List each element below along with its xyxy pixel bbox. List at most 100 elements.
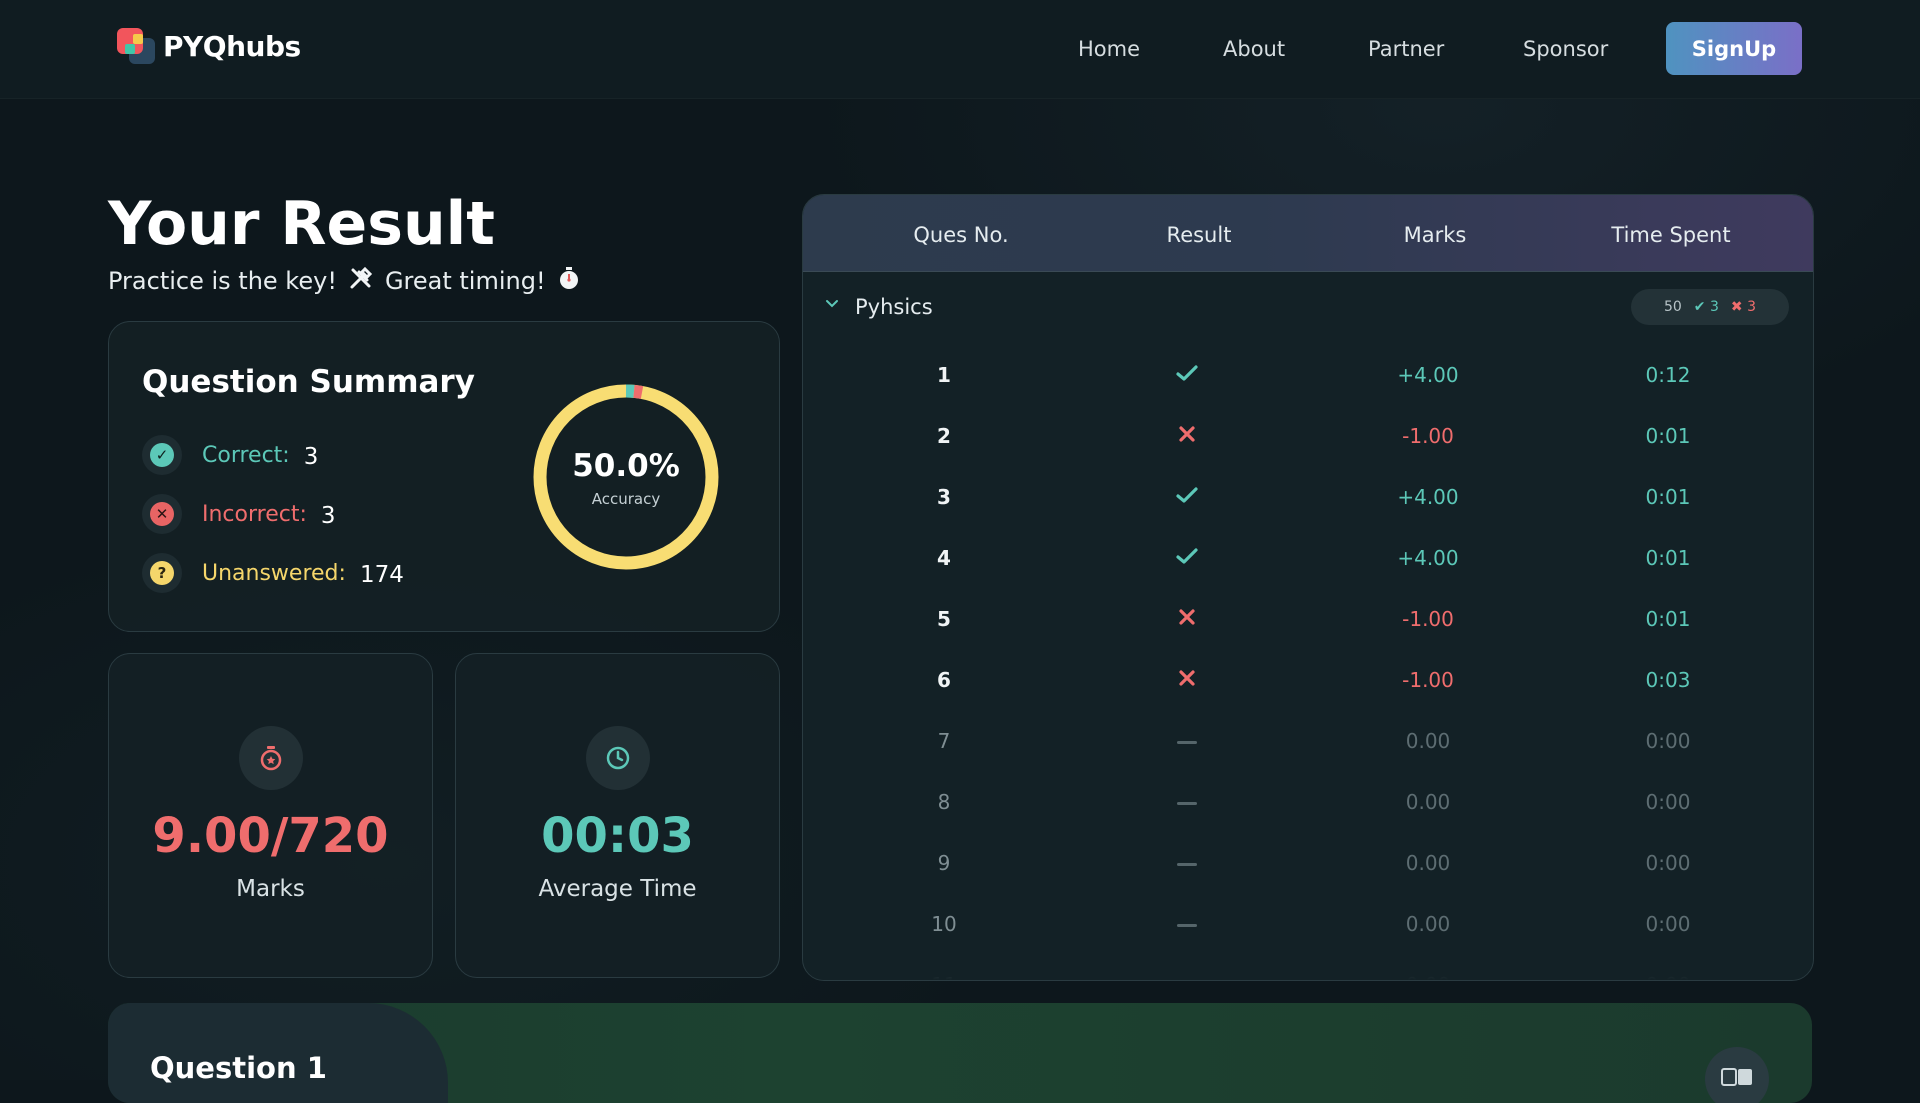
section-incorrect-count: 3: [1747, 299, 1757, 315]
summary-title: Question Summary: [142, 364, 475, 400]
marks-cell: 0.00: [1405, 912, 1451, 936]
translate-icon: [1721, 1067, 1753, 1091]
header-result: Result: [1166, 223, 1232, 247]
marks-caption: Marks: [236, 876, 305, 902]
x-icon: [1107, 668, 1267, 692]
hammer-wrench-icon: [347, 264, 375, 298]
question-number: 8: [937, 790, 951, 814]
dash-icon: [1107, 790, 1267, 814]
stopwatch-icon: [239, 726, 303, 790]
marks-cell: 0.00: [1405, 790, 1451, 814]
table-row[interactable]: 8 0.00 0:00: [803, 772, 1813, 832]
header-marks: Marks: [1403, 223, 1467, 247]
question-number: 5: [937, 607, 951, 631]
time-cell: 0:03: [1645, 668, 1691, 692]
nav-partner-link[interactable]: Partner: [1368, 37, 1444, 61]
subtitle-text-1: Practice is the key!: [108, 267, 337, 295]
marks-cell: -1.00: [1402, 424, 1454, 448]
translate-button[interactable]: [1705, 1047, 1769, 1103]
nav-about-link[interactable]: About: [1223, 37, 1285, 61]
nav-home-link[interactable]: Home: [1078, 37, 1140, 61]
check-icon: ✔: [1693, 299, 1706, 315]
table-row[interactable]: 4 +4.00 0:01: [803, 528, 1813, 588]
section-toggle-physics[interactable]: Pyhsics 50 ✔ 3 ✖ 3: [803, 271, 1813, 343]
question-number: 1: [937, 363, 951, 387]
x-icon: [1107, 607, 1267, 631]
table-row[interactable]: 1 +4.00 0:12: [803, 345, 1813, 405]
table-fade: [803, 940, 1813, 980]
section-incorrect-badge: ✖ 3: [1731, 299, 1756, 315]
check-icon: [1107, 546, 1267, 571]
question-number: 2: [937, 424, 951, 448]
question-panel: Question 1: [108, 1003, 1812, 1103]
marks-cell: +4.00: [1397, 546, 1459, 570]
table-row[interactable]: 2 -1.00 0:01: [803, 406, 1813, 466]
question-number: 9: [937, 851, 951, 875]
correct-stat: ✓ Correct: 3: [142, 435, 318, 475]
table-header: Ques No. Result Marks Time Spent: [803, 195, 1813, 272]
time-cell: 0:01: [1645, 485, 1691, 509]
signup-button[interactable]: SignUp: [1666, 22, 1802, 75]
time-cell: 0:01: [1645, 546, 1691, 570]
page-title: Your Result: [108, 189, 495, 259]
logo-icon: [117, 26, 157, 66]
unanswered-value: 174: [359, 562, 404, 588]
time-cell: 0:00: [1645, 851, 1691, 875]
table-row[interactable]: 9 0.00 0:00: [803, 833, 1813, 893]
dash-icon: [1107, 729, 1267, 753]
header-time-spent: Time Spent: [1611, 223, 1731, 247]
table-row[interactable]: 6 -1.00 0:03: [803, 650, 1813, 710]
accuracy-label: Accuracy: [591, 490, 661, 508]
section-correct-count: 3: [1709, 299, 1719, 315]
section-name: Pyhsics: [855, 295, 933, 319]
x-icon: ✖: [1730, 299, 1743, 315]
correct-label: Correct:: [202, 442, 290, 468]
marks-cell: 0.00: [1405, 851, 1451, 875]
question-number: 7: [937, 729, 951, 753]
check-icon: [1107, 363, 1267, 388]
question-number: 6: [937, 668, 951, 692]
average-time-caption: Average Time: [538, 876, 697, 902]
marks-cell: +4.00: [1397, 485, 1459, 509]
table-row[interactable]: 7 0.00 0:00: [803, 711, 1813, 771]
section-total: 50: [1663, 299, 1682, 315]
navbar: PYQhubs Home About Partner Sponsor SignU…: [0, 0, 1920, 99]
average-time-value: 00:03: [541, 808, 694, 864]
brand-name: PYQhubs: [163, 29, 301, 63]
unanswered-label: Unanswered:: [202, 560, 346, 586]
x-icon: [1107, 424, 1267, 448]
section-correct-badge: ✔ 3: [1694, 299, 1719, 315]
correct-value: 3: [303, 444, 319, 470]
table-row[interactable]: 5 -1.00 0:01: [803, 589, 1813, 649]
page-subtitle: Practice is the key! Great timing!: [108, 264, 582, 298]
check-circle-icon: ✓: [142, 435, 182, 475]
table-row[interactable]: 3 +4.00 0:01: [803, 467, 1813, 527]
time-cell: 0:00: [1645, 790, 1691, 814]
question-summary-card: Question Summary ✓ Correct: 3 ✕ Incorrec…: [108, 321, 780, 632]
check-icon: [1107, 485, 1267, 510]
average-time-card: 00:03 Average Time: [455, 653, 780, 978]
section-stats-badge: 50 ✔ 3 ✖ 3: [1631, 289, 1789, 325]
marks-value: 9.00/720: [152, 808, 389, 864]
stopwatch-icon: [556, 265, 582, 297]
accuracy-ring: 50.0% Accuracy: [531, 382, 721, 572]
nav-sponsor-link[interactable]: Sponsor: [1523, 37, 1608, 61]
incorrect-label: Incorrect:: [202, 501, 307, 527]
question-circle-icon: ?: [142, 553, 182, 593]
accuracy-value: 50.0%: [572, 448, 680, 484]
question-number: 10: [931, 912, 957, 936]
subtitle-text-2: Great timing!: [384, 267, 546, 295]
time-cell: 0:00: [1645, 729, 1691, 753]
marks-cell: -1.00: [1402, 668, 1454, 692]
incorrect-stat: ✕ Incorrect: 3: [142, 494, 336, 534]
dash-icon: [1107, 851, 1267, 875]
marks-card: 9.00/720 Marks: [108, 653, 433, 978]
x-circle-icon: ✕: [142, 494, 182, 534]
time-cell: 0:01: [1645, 424, 1691, 448]
header-ques-no: Ques No.: [913, 223, 1009, 247]
chevron-down-icon: [826, 300, 838, 308]
question-number: 3: [937, 485, 951, 509]
time-cell: 0:00: [1645, 912, 1691, 936]
incorrect-value: 3: [320, 503, 336, 529]
brand[interactable]: PYQhubs: [117, 26, 301, 66]
